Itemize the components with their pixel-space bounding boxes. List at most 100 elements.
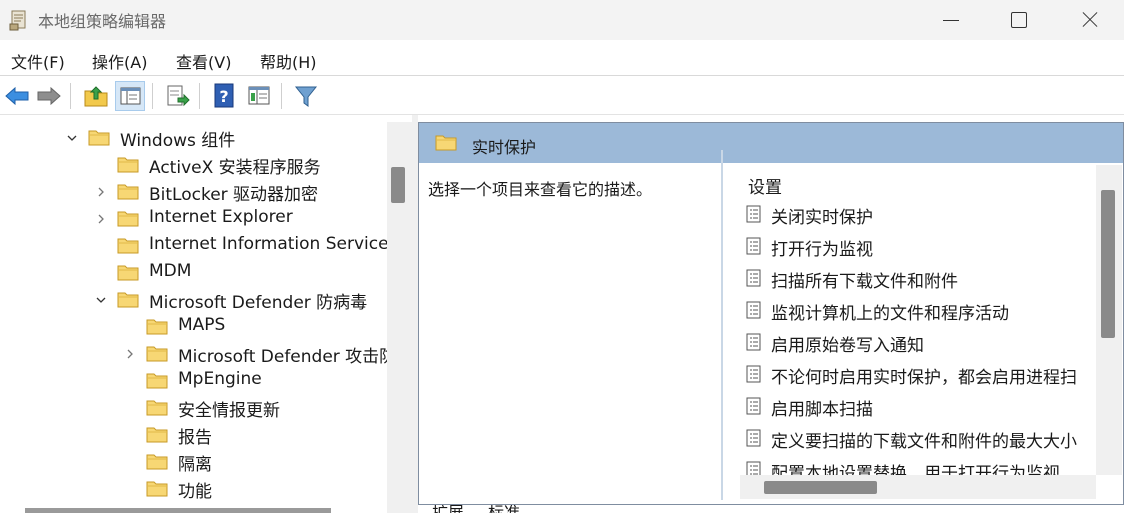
window-title: 本地组策略编辑器 xyxy=(38,12,167,31)
menu-bar: 文件(F) 操作(A) 查看(V) 帮助(H) xyxy=(0,40,1124,76)
settings-list-item[interactable]: 关闭实时保护 xyxy=(740,202,1095,228)
show-hide-tree-icon[interactable] xyxy=(115,81,145,111)
back-arrow-icon[interactable] xyxy=(2,81,32,111)
settings-list-item[interactable]: 启用脚本扫描 xyxy=(740,394,1095,420)
tree-item-label: MAPS xyxy=(178,315,226,335)
tree-item[interactable]: Internet Explorer xyxy=(0,205,412,232)
menu-view[interactable]: 查看(V) xyxy=(176,49,231,73)
settings-item-label: 不论何时启用实时保护，都会启用进程扫 xyxy=(771,368,1077,388)
chevron-right-icon[interactable] xyxy=(95,186,107,198)
settings-item-label: 打开行为监视 xyxy=(771,240,873,260)
tree-item[interactable]: Windows 组件 xyxy=(0,124,412,151)
title-bar: 本地组策略编辑器 xyxy=(0,0,1124,40)
folder-icon xyxy=(117,236,139,254)
policy-setting-icon xyxy=(746,205,762,223)
tree-item[interactable]: Microsoft Defender 防病毒 xyxy=(0,286,412,313)
tree-item[interactable]: 报告 xyxy=(0,421,412,448)
tree-scroll-thumb[interactable] xyxy=(391,167,405,203)
tree-item[interactable]: MpEngine xyxy=(0,367,412,394)
tree-item[interactable]: Microsoft Defender 攻击防 xyxy=(0,340,412,367)
settings-item-label: 启用原始卷写入通知 xyxy=(771,336,924,356)
settings-scroll-thumb[interactable] xyxy=(1101,190,1115,338)
help-icon[interactable]: ? xyxy=(209,81,239,111)
details-title: 实时保护 xyxy=(472,138,537,157)
close-button[interactable] xyxy=(1064,0,1114,40)
chevron-down-icon[interactable] xyxy=(66,132,78,144)
description-text: 选择一个项目来查看它的描述。 xyxy=(428,180,653,199)
settings-item-label: 扫描所有下载文件和附件 xyxy=(771,272,958,292)
gpedit-app-icon xyxy=(9,9,29,31)
tree-item-label: ActiveX 安装程序服务 xyxy=(149,158,321,178)
tree-item[interactable]: 安全情报更新 xyxy=(0,394,412,421)
svg-text:?: ? xyxy=(219,87,228,106)
settings-hscroll-thumb[interactable] xyxy=(764,481,877,494)
folder-icon xyxy=(117,290,139,308)
settings-list-item[interactable]: 扫描所有下载文件和附件 xyxy=(740,266,1095,292)
chevron-down-icon[interactable] xyxy=(95,294,107,306)
chevron-right-icon[interactable] xyxy=(124,348,136,360)
folder-icon xyxy=(117,209,139,227)
policy-setting-icon xyxy=(746,461,762,475)
tree-item[interactable]: MDM xyxy=(0,259,412,286)
settings-list-item[interactable]: 不论何时启用实时保护，都会启用进程扫 xyxy=(740,362,1095,388)
folder-icon xyxy=(146,452,168,470)
folder-icon xyxy=(146,371,168,389)
settings-list-item[interactable]: 配置本地设置替换，用于打开行为监视 xyxy=(740,458,1095,475)
settings-item-label: 监视计算机上的文件和程序活动 xyxy=(771,304,1009,324)
minimize-button[interactable] xyxy=(925,0,975,40)
chevron-right-icon[interactable] xyxy=(95,213,107,225)
tree-item-label: 隔离 xyxy=(178,455,212,475)
maximize-button[interactable] xyxy=(993,0,1043,40)
folder-icon xyxy=(146,398,168,416)
tree-item-label: BitLocker 驱动器加密 xyxy=(149,185,319,205)
menu-file[interactable]: 文件(F) xyxy=(11,49,65,73)
tree-item-label: MpEngine xyxy=(178,369,262,389)
settings-item-label: 关闭实时保护 xyxy=(771,208,873,228)
policy-setting-icon xyxy=(746,269,762,287)
folder-icon xyxy=(146,317,168,335)
policy-setting-icon xyxy=(746,237,762,255)
folder-icon xyxy=(435,133,457,151)
policy-setting-icon xyxy=(746,429,762,447)
extended-view-icon[interactable] xyxy=(244,81,274,111)
settings-list: 关闭实时保护 打开行为监视扫描所有下载文件和附件监视计算机上的文件和程序活动 启用原… xyxy=(740,165,1095,475)
filter-icon[interactable] xyxy=(291,81,321,111)
tree-horizontal-scrollbar[interactable] xyxy=(25,508,331,513)
folder-up-icon[interactable] xyxy=(81,81,111,111)
tree-item[interactable]: 功能 xyxy=(0,475,412,502)
tree-item-label: 报告 xyxy=(178,428,212,448)
policy-setting-icon xyxy=(746,333,762,351)
tree-item[interactable]: Internet Information Services xyxy=(0,232,412,259)
tree-item-label: 功能 xyxy=(178,482,212,502)
tree-item-label: MDM xyxy=(149,261,192,281)
folder-icon xyxy=(88,128,110,146)
tab-standard[interactable]: 标准 xyxy=(484,505,534,513)
settings-list-item[interactable]: 启用原始卷写入通知 xyxy=(740,330,1095,356)
tree-item[interactable]: 隔离 xyxy=(0,448,412,475)
menu-action[interactable]: 操作(A) xyxy=(92,49,147,73)
policy-setting-icon xyxy=(746,301,762,319)
policy-setting-icon xyxy=(746,365,762,383)
folder-icon xyxy=(146,344,168,362)
policy-setting-icon xyxy=(746,397,762,415)
tree-item[interactable]: ActiveX 安装程序服务 xyxy=(0,151,412,178)
tree-item-label: Internet Information Services xyxy=(149,234,398,254)
settings-list-item[interactable]: 定义要扫描的下载文件和附件的最大大小 xyxy=(740,426,1095,452)
tree-item[interactable]: MAPS xyxy=(0,313,412,340)
menu-help[interactable]: 帮助(H) xyxy=(260,49,317,73)
tree-item-label: Microsoft Defender 攻击防 xyxy=(178,347,397,367)
description-divider xyxy=(721,150,723,500)
export-list-icon[interactable] xyxy=(162,81,192,111)
tree-pane: Windows 组件 ActiveX 安装程序服务 BitLocker 驱动器加密 I… xyxy=(0,122,412,513)
tab-extended[interactable]: 扩展 xyxy=(428,505,478,513)
forward-arrow-icon[interactable] xyxy=(34,81,64,111)
settings-item-label: 启用脚本扫描 xyxy=(771,400,873,420)
settings-list-item[interactable]: 打开行为监视 xyxy=(740,234,1095,260)
folder-icon xyxy=(117,155,139,173)
toolbar: ? xyxy=(0,77,1124,115)
tree-item-label: 安全情报更新 xyxy=(178,401,280,421)
settings-list-item[interactable]: 监视计算机上的文件和程序活动 xyxy=(740,298,1095,324)
folder-icon xyxy=(117,263,139,281)
tree-item[interactable]: BitLocker 驱动器加密 xyxy=(0,178,412,205)
folder-icon xyxy=(146,425,168,443)
